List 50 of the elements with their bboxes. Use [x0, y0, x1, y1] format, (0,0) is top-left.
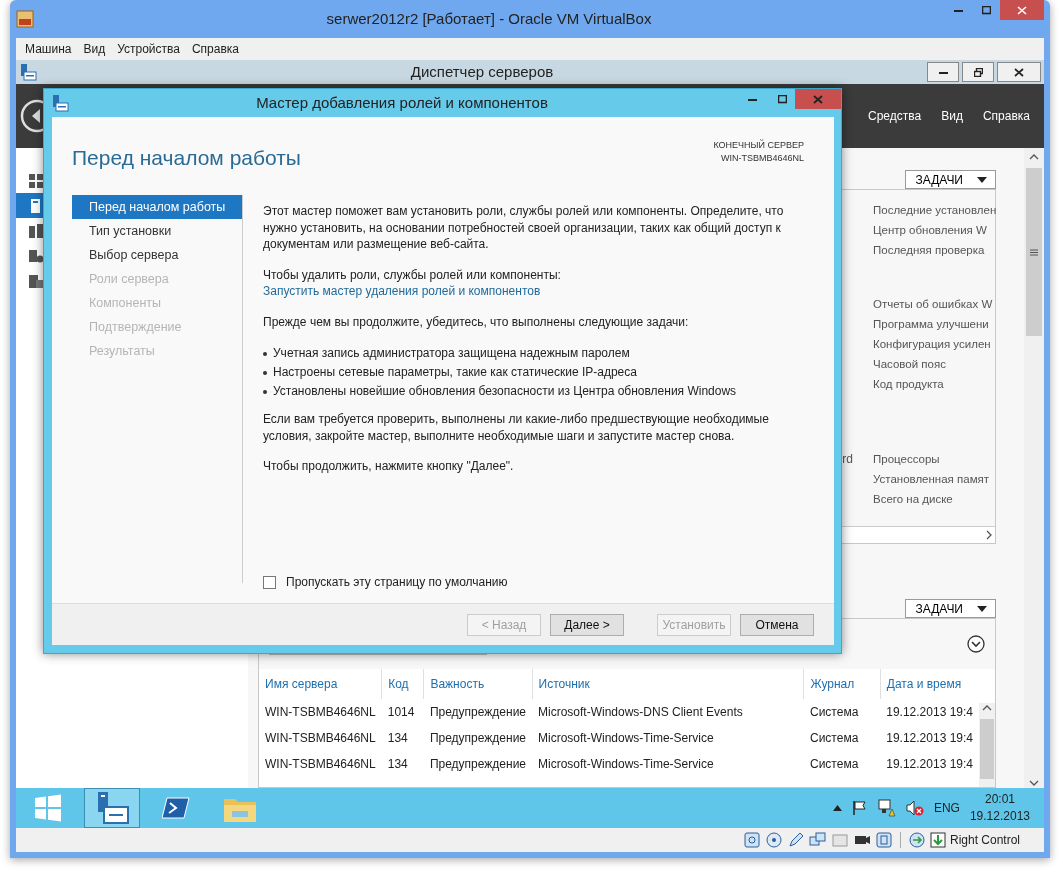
target-server: WIN-TSBMB4646NL [719, 152, 804, 165]
table-cell-text: 19.12.2013 19:4 [885, 756, 974, 773]
list-text: Код продукта [873, 378, 944, 390]
window-title: Диспетчер серверов [409, 61, 555, 82]
page-heading: Перед началом работы [72, 145, 301, 171]
list-text: Программа улучшени [873, 318, 989, 330]
checkbox-label: Пропускать эту страницу по умолчанию [286, 574, 508, 591]
table-cell-text: Система [809, 756, 860, 773]
status-text: Right Control [949, 832, 1020, 849]
list-text: Всего на диске [873, 493, 953, 505]
table-cell-text: Предупреждение [428, 730, 527, 747]
table-cell: 19.12.2013 19:4 [880, 699, 979, 725]
table-cell: Предупреждение [423, 699, 532, 725]
window-title: serwer2012r2 [Работает] - Oracle VM VirtualBox [325, 8, 653, 29]
list-text: Конфигурация усилен [873, 338, 991, 350]
paragraph: Этот мастер поможет вам установить роли, службы ролей или компоненты. Определите, что нужно установить, на основании потребностей своей организации, таких как общий доступ к документам или размещение веб-сайта. [263, 203, 785, 253]
list-text: Установлены новейшие обновления безопасности из Центра обновления Windows [273, 383, 737, 400]
table-cell: 1014 [381, 699, 424, 725]
table-cell-text: Предупреждение [428, 756, 527, 773]
wizard-step: Компоненты [72, 291, 242, 315]
wizard-step: Результаты [72, 339, 242, 363]
target-label: КОНЕЧНЫЙ СЕРВЕР [713, 139, 804, 152]
wizard-step: Подтверждение [72, 315, 242, 339]
list-text: Часовой пояс [873, 358, 946, 370]
paragraph: Чтобы продолжить, нажмите кнопку "Далее". [263, 458, 515, 475]
list-text: Учетная запись администратора защищена надежным паролем [273, 345, 630, 362]
paragraph: Если вам требуется проверить, выполнены ли какие-либо предшествующие необходимые условия, закройте мастер, выполните необходимые шаги и запустите мастер снова. [263, 411, 770, 444]
list-text: Последняя проверка [873, 244, 985, 256]
list-text: rd [842, 452, 853, 466]
list-text: Центр обновления W [873, 224, 987, 236]
list-text: Установленная памят [873, 473, 990, 485]
table-cell-text: Microsoft-Windows-Time-Service [537, 756, 715, 773]
list-text: Процессоры [873, 453, 940, 465]
list-text: Настроены сетевые параметры, такие как статические IP-адреса [273, 364, 637, 381]
list-text: Отчеты об ошибках W [873, 298, 993, 310]
table-cell-text: 134 [386, 756, 409, 773]
table-cell-text: WIN-TSBMB4646NL [264, 730, 377, 747]
table-cell-text: WIN-TSBMB4646NL [264, 756, 377, 773]
table-cell-text: Система [809, 730, 860, 747]
table-cell-text: Microsoft-Windows-Time-Service [537, 730, 715, 747]
paragraph: Чтобы удалить роли, службы ролей или компоненты: [263, 267, 561, 282]
list-text: Последние установлен [873, 204, 997, 216]
paragraph: Прежде чем вы продолжите, убедитесь, что выполнены следующие задачи: [263, 313, 690, 330]
window-title: Мастер добавления ролей и компонентов [255, 92, 549, 113]
table-cell: Система [804, 699, 881, 725]
table-cell: WIN-TSBMB4646NL [259, 699, 382, 725]
table-cell: Microsoft-Windows-DNS Client Events [532, 699, 804, 725]
wizard-step: Роли сервера [72, 267, 242, 291]
table-cell-text: 134 [386, 730, 409, 747]
table-cell-text: 19.12.2013 19:4 [885, 730, 974, 747]
